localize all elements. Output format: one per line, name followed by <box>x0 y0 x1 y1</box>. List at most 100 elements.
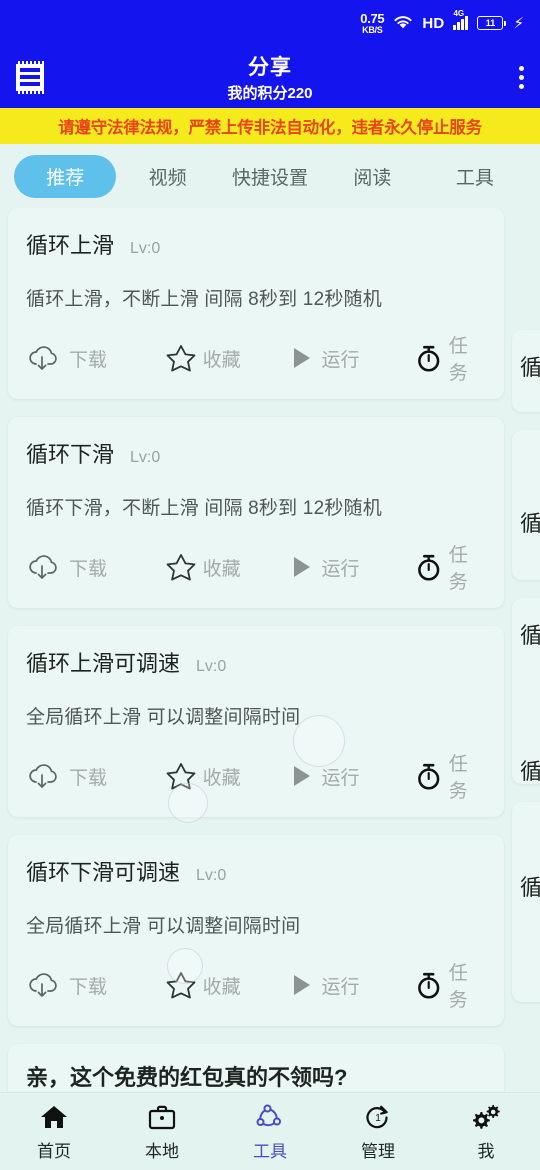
task-button[interactable]: 任务 <box>414 540 486 594</box>
task-button[interactable]: 任务 <box>414 331 486 385</box>
wifi-icon <box>393 15 413 31</box>
nav-item-manage[interactable]: 1 管理 <box>324 1102 432 1162</box>
home-icon <box>39 1102 69 1132</box>
nav-label-me: 我 <box>477 1141 495 1161</box>
run-label: 运行 <box>321 767 360 789</box>
list-item[interactable]: 循 <box>512 802 540 1002</box>
task-button[interactable]: 任务 <box>414 749 486 803</box>
card-level-badge: Lv:0 <box>196 658 227 675</box>
app-bar: 分享 我的积分220 <box>0 46 540 108</box>
card-header: 亲，这个免费的红包真的不领吗? <box>26 1060 486 1092</box>
run-button[interactable]: 运行 <box>286 970 414 1000</box>
script-list-right-column[interactable]: 循 循 循 循 循 <box>512 208 540 1002</box>
list-item[interactable]: 循环下滑 Lv:0 循环下滑，不断上滑 间隔 8秒到 12秒随机 下载 收藏 运… <box>8 417 504 608</box>
list-item[interactable]: 循 <box>512 430 540 580</box>
play-triangle-icon <box>294 557 311 577</box>
network-speed-indicator: 0.75 KB/S <box>360 12 384 35</box>
download-button[interactable]: 下载 <box>26 970 164 1000</box>
battery-level: 11 <box>485 18 496 28</box>
points-subtitle: 我的积分220 <box>227 85 313 102</box>
list-item[interactable]: 循环上滑 Lv:0 循环上滑，不断上滑 间隔 8秒到 12秒随机 下载 收藏 运… <box>8 208 504 399</box>
nav-label-manage: 管理 <box>361 1141 395 1161</box>
nav-item-local[interactable]: 本地 <box>108 1102 216 1162</box>
list-item[interactable]: 循 <box>512 330 540 412</box>
card-header: 循环上滑 Lv:0 <box>26 228 486 260</box>
card-title: 亲，这个免费的红包真的不领吗? <box>26 1065 348 1090</box>
favorite-label: 收藏 <box>202 558 241 580</box>
tab-quick-settings[interactable]: 快捷设置 <box>219 155 321 198</box>
favorite-label: 收藏 <box>202 349 241 371</box>
favorite-button[interactable]: 收藏 <box>164 969 287 1001</box>
tab-recommend[interactable]: 推荐 <box>14 154 117 198</box>
status-bar: 0.75 KB/S HD 4G 11 ⚡ <box>0 0 540 46</box>
card-title: 循 <box>520 759 540 784</box>
nav-item-home[interactable]: 首页 <box>0 1102 108 1162</box>
tab-reading[interactable]: 阅读 <box>321 155 423 198</box>
download-button[interactable]: 下载 <box>26 761 164 791</box>
cloud-download-icon <box>29 764 57 788</box>
refresh-one-icon: 1 <box>363 1102 393 1132</box>
share-nodes-icon <box>255 1102 285 1132</box>
warning-banner: 请遵守法律法规，严禁上传非法自动化，违者永久停止服务 <box>0 108 540 144</box>
list-item[interactable]: 循 循 <box>512 598 540 784</box>
list-item[interactable]: 循环上滑可调速 Lv:0 全局循环上滑 可以调整间隔时间 下载 收藏 运行 任务 <box>8 626 504 817</box>
app-root: 0.75 KB/S HD 4G 11 ⚡ 分享 我的积分220 请遵守法律法规，… <box>0 0 540 1170</box>
star-outline-icon <box>166 345 196 372</box>
nav-label-home: 首页 <box>37 1141 71 1161</box>
task-button[interactable]: 任务 <box>414 958 486 1012</box>
task-label: 任务 <box>448 963 468 1011</box>
card-action-bar: 下载 收藏 运行 任务 <box>26 331 486 385</box>
run-label: 运行 <box>321 976 360 998</box>
download-button[interactable]: 下载 <box>26 552 164 582</box>
hd-label: HD <box>422 14 445 32</box>
network-speed-value: 0.75 <box>360 10 385 26</box>
task-label: 任务 <box>448 336 468 384</box>
download-label: 下载 <box>69 767 108 789</box>
favorite-button[interactable]: 收藏 <box>164 342 287 374</box>
briefcase-icon <box>147 1102 177 1132</box>
favorite-button[interactable]: 收藏 <box>164 551 287 583</box>
tab-tools[interactable]: 工具 <box>424 155 526 198</box>
stopwatch-icon <box>418 345 440 372</box>
card-title: 循环上滑 <box>26 233 115 258</box>
network-speed-unit: KB/S <box>362 24 383 35</box>
nav-item-tools[interactable]: 工具 <box>216 1102 324 1162</box>
receipt-list-icon[interactable] <box>16 60 44 94</box>
cloud-download-icon <box>29 973 57 997</box>
download-button[interactable]: 下载 <box>26 343 164 373</box>
battery-icon: 11 <box>477 16 507 30</box>
more-vertical-icon[interactable] <box>519 65 524 89</box>
download-label: 下载 <box>69 349 108 371</box>
category-tab-strip: 推荐 视频 快捷设置 阅读 工具 <box>0 144 540 208</box>
run-button[interactable]: 运行 <box>286 552 414 582</box>
run-button[interactable]: 运行 <box>286 343 414 373</box>
stopwatch-icon <box>418 972 440 999</box>
tab-video[interactable]: 视频 <box>116 155 218 198</box>
card-header: 循环下滑 Lv:0 <box>26 437 486 469</box>
gears-icon <box>470 1102 502 1132</box>
list-item[interactable]: 亲，这个免费的红包真的不领吗? <box>8 1044 504 1092</box>
stopwatch-icon <box>418 763 440 790</box>
run-button[interactable]: 运行 <box>286 761 414 791</box>
script-list-main-column[interactable]: 循环上滑 Lv:0 循环上滑，不断上滑 间隔 8秒到 12秒随机 下载 收藏 运… <box>8 208 504 1092</box>
page-title: 分享 <box>248 56 292 79</box>
card-title: 循环下滑 <box>26 442 115 467</box>
star-outline-icon <box>166 763 196 790</box>
task-label: 任务 <box>448 754 468 802</box>
signal-bars-icon: 4G <box>453 9 469 30</box>
bottom-navigation-bar: 首页 本地 工具 1 管理 我 <box>0 1092 540 1170</box>
script-list[interactable]: 循 循 循 循 循 循环上滑 Lv:0 循环上滑，不断上滑 间隔 8秒到 12秒… <box>0 208 540 1092</box>
favorite-button[interactable]: 收藏 <box>164 760 287 792</box>
network-type-label: 4G <box>453 9 465 18</box>
card-description: 全局循环上滑 可以调整间隔时间 <box>26 707 301 728</box>
cloud-download-icon <box>29 346 57 370</box>
card-title: 循环上滑可调速 <box>26 651 181 676</box>
cloud-download-icon <box>29 555 57 579</box>
star-outline-icon <box>166 972 196 999</box>
run-label: 运行 <box>321 558 360 580</box>
card-title: 循 <box>520 623 540 648</box>
svg-text:1: 1 <box>375 1113 381 1124</box>
nav-item-me[interactable]: 我 <box>432 1102 540 1162</box>
list-item[interactable]: 循环下滑可调速 Lv:0 全局循环上滑 可以调整间隔时间 下载 收藏 运行 任务 <box>8 835 504 1026</box>
status-bar-indicators: 0.75 KB/S HD 4G 11 ⚡ <box>360 9 524 35</box>
